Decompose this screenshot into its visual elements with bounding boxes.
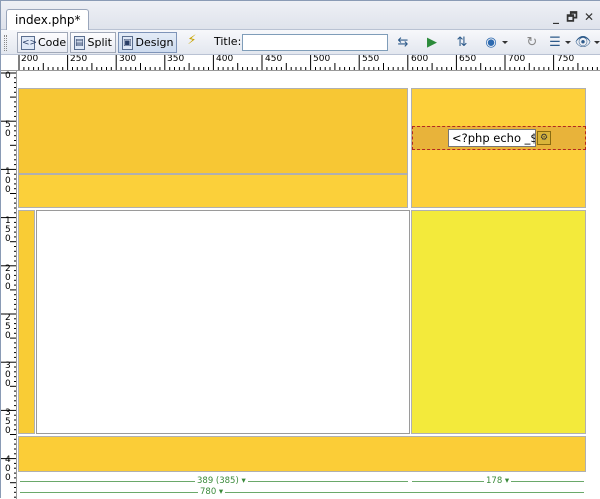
restore-button[interactable]: 🗗 (565, 10, 579, 24)
sidebar-cell[interactable] (411, 210, 586, 434)
server-markup-icon: ⚙ (537, 131, 551, 145)
title-label: Title: (214, 35, 242, 48)
ruler-label: 150 (5, 216, 11, 244)
ruler-label: 200 (5, 264, 11, 292)
left-column-width-value: 389 (385) (197, 476, 239, 486)
view-options-dropdown[interactable] (565, 41, 571, 44)
ruler-label: 350 (167, 55, 185, 64)
document-toolbar: <> Code ▤ Split ▣ Design ⚡ Title: ⇆ ▶ ⇅ … (1, 30, 600, 55)
ruler-label: 350 (5, 408, 11, 436)
ruler-label: 50 (5, 120, 11, 139)
ruler-label: 700 (508, 55, 526, 64)
code-view-icon: <> (21, 35, 38, 50)
ruler-label: 400 (216, 55, 234, 64)
left-column-width-label[interactable]: 389 (385) ▾ (195, 476, 248, 486)
nav-cell[interactable] (18, 174, 408, 208)
ruler-label: 250 (70, 55, 88, 64)
design-view-button[interactable]: ▣ Design (118, 32, 177, 53)
ruler-label: 750 (557, 55, 575, 64)
close-button[interactable]: ✕ (582, 10, 596, 24)
header-cell[interactable] (18, 88, 408, 174)
dreamweaver-document-window: index.php* _ 🗗 ✕ <> Code ▤ Split ▣ Desig… (0, 0, 600, 499)
ruler-label: 200 (21, 55, 39, 64)
table-width-value: 780 (200, 487, 217, 497)
ruler-label: 650 (459, 55, 477, 64)
split-view-icon: ▤ (74, 35, 85, 50)
browser-check-icon[interactable]: ◉ (482, 35, 500, 51)
ruler-label: 100 (5, 167, 11, 195)
refresh-icon[interactable]: ↻ (523, 35, 541, 51)
php-code-block[interactable]: <?php echo _$ ⚙ (412, 126, 586, 150)
file-management-icon[interactable]: ⇆ (394, 35, 412, 51)
footer-cell[interactable] (18, 436, 586, 472)
live-data-icon[interactable]: ⚡ (183, 33, 201, 49)
refresh-design-view-icon[interactable]: ⇅ (453, 35, 471, 51)
right-column-width-value: 178 (486, 476, 503, 486)
design-view-icon: ▣ (122, 35, 133, 50)
browser-check-dropdown[interactable] (502, 41, 508, 44)
design-canvas[interactable]: <?php echo _$ ⚙ 389 (385) ▾ 178 ▾ 780 ▾ (17, 71, 600, 499)
ruler-label: 300 (119, 55, 137, 64)
php-snippet-text[interactable]: <?php echo _$ (448, 129, 536, 147)
preview-in-browser-icon[interactable]: ▶ (423, 35, 441, 51)
table-width-guide (20, 492, 584, 493)
view-options-icon[interactable]: ☰ (546, 35, 564, 51)
ruler-label: 400 (5, 455, 11, 483)
split-view-button[interactable]: ▤ Split (70, 32, 116, 53)
document-tab[interactable]: index.php* (6, 9, 90, 30)
ruler-label: 300 (5, 361, 11, 389)
ruler-label: 450 (265, 55, 283, 64)
minimize-button[interactable]: _ (549, 10, 563, 24)
ruler-label: 550 (362, 55, 380, 64)
code-view-label: Code (38, 36, 67, 49)
ruler-label: 0 (5, 71, 11, 81)
split-view-label: Split (87, 36, 112, 49)
ruler-label: 250 (5, 313, 11, 341)
vertical-ruler: 0 50 100 150 200 250 300 350 400 (1, 71, 17, 499)
visual-aids-dropdown[interactable] (594, 41, 600, 44)
title-input[interactable] (242, 34, 388, 51)
left-gutter-cell[interactable] (18, 210, 35, 434)
table-width-label[interactable]: 780 ▾ (198, 487, 226, 497)
main-content-cell[interactable] (36, 210, 410, 434)
ruler-label: 600 (411, 55, 429, 64)
code-view-button[interactable]: <> Code (17, 32, 68, 53)
document-tab-strip: index.php* _ 🗗 ✕ (1, 1, 600, 30)
toolbar-grip[interactable] (4, 35, 7, 51)
horizontal-ruler: 200 250 300 350 400 450 500 550 600 650 … (1, 55, 600, 71)
ruler-label: 500 (313, 55, 331, 64)
design-view-label: Design (135, 36, 174, 49)
right-column-width-label[interactable]: 178 ▾ (484, 476, 512, 486)
visual-aids-icon[interactable]: 👁 (574, 35, 592, 51)
